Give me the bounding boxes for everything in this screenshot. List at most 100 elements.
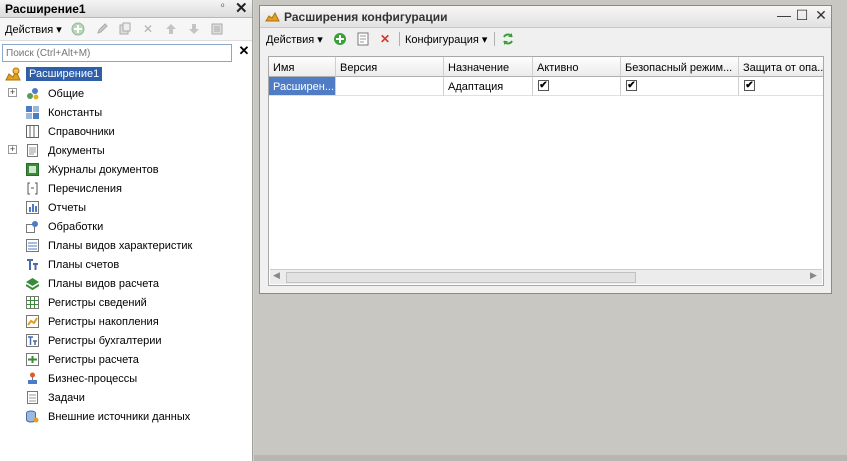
common-icon bbox=[26, 87, 39, 100]
protection-checkbox[interactable]: ✔ bbox=[744, 80, 755, 91]
tree-item-label: Общие bbox=[48, 88, 85, 100]
tree-item-label: Планы счетов bbox=[48, 259, 120, 271]
close-window-button[interactable]: ✕ bbox=[813, 7, 829, 24]
add-icon[interactable] bbox=[332, 31, 348, 47]
tree-item-label: Перечисления bbox=[48, 183, 122, 195]
tree-item-label: Регистры бухгалтерии bbox=[48, 335, 162, 347]
tree-item-catalogs[interactable]: Справочники bbox=[0, 123, 252, 142]
scrollbar-thumb[interactable] bbox=[286, 272, 636, 283]
add-icon[interactable] bbox=[70, 21, 86, 37]
calc-registers-icon bbox=[26, 353, 39, 366]
bottom-strip bbox=[254, 455, 847, 461]
metadata-tree-panel: Расширение1 ᵒ ✕ Действия ▾ ✕ ✕ bbox=[0, 0, 253, 461]
cell-purpose[interactable]: Адаптация bbox=[444, 77, 533, 96]
column-header-protection[interactable]: Защита от опа... bbox=[739, 57, 823, 77]
tree-item-label: Регистры сведений bbox=[48, 297, 147, 309]
scroll-left-icon[interactable]: ◀ bbox=[273, 270, 280, 281]
accounting-registers-icon bbox=[26, 334, 39, 347]
chart-of-accounts-icon bbox=[26, 258, 39, 271]
search-row: ✕ bbox=[2, 43, 252, 62]
cell-protection: ✔ bbox=[739, 77, 823, 96]
tree-item-label: Регистры расчета bbox=[48, 354, 139, 366]
tree-item-info-registers[interactable]: Регистры сведений bbox=[0, 294, 252, 313]
panel-title: Расширение1 bbox=[5, 2, 86, 16]
tree-item-chart-of-calculation[interactable]: Планы видов расчета bbox=[0, 275, 252, 294]
actions-menu[interactable]: Действия ▾ bbox=[5, 23, 62, 36]
cell-name[interactable]: Расширен... bbox=[269, 77, 336, 96]
column-header-name[interactable]: Имя bbox=[269, 57, 336, 77]
refresh-icon[interactable] bbox=[500, 31, 516, 47]
tree-item-documents[interactable]: + Документы bbox=[0, 142, 252, 161]
copy-icon[interactable] bbox=[117, 21, 133, 37]
constants-icon bbox=[26, 106, 39, 119]
tree-item-label: Задачи bbox=[48, 392, 85, 404]
tree-item-reports[interactable]: Отчеты bbox=[0, 199, 252, 218]
catalogs-icon bbox=[26, 125, 39, 138]
tree-item-chart-of-characteristics[interactable]: Планы видов характеристик bbox=[0, 237, 252, 256]
minimize-button[interactable]: — bbox=[776, 7, 792, 23]
clear-search-button[interactable]: ✕ bbox=[236, 43, 252, 61]
tree-root-extension[interactable]: Расширение1 bbox=[0, 66, 252, 85]
expand-icon[interactable]: + bbox=[8, 145, 17, 154]
extension-window-icon bbox=[265, 10, 280, 22]
active-checkbox[interactable]: ✔ bbox=[538, 80, 549, 91]
tree-item-chart-of-accounts[interactable]: Планы счетов bbox=[0, 256, 252, 275]
tree-item-business-processes[interactable]: Бизнес-процессы bbox=[0, 370, 252, 389]
column-header-safe-mode[interactable]: Безопасный режим... bbox=[621, 57, 739, 77]
tree-item-label: Планы видов характеристик bbox=[48, 240, 193, 252]
pin-icon[interactable]: ᵒ bbox=[221, 1, 224, 11]
search-input[interactable] bbox=[2, 44, 232, 62]
close-panel-button[interactable]: ✕ bbox=[235, 0, 248, 17]
cell-safe-mode: ✔ bbox=[621, 77, 739, 96]
window-toolbar: Действия ▾ ✕ Конфигурация ▾ bbox=[260, 28, 831, 50]
tree-item-tasks[interactable]: Задачи bbox=[0, 389, 252, 408]
tree-item-accum-registers[interactable]: Регистры накопления bbox=[0, 313, 252, 332]
extensions-table[interactable]: Имя Версия Назначение Активно Безопасный… bbox=[268, 56, 824, 286]
delete-icon[interactable]: ✕ bbox=[377, 31, 393, 47]
cell-version[interactable] bbox=[336, 77, 444, 96]
move-down-icon[interactable] bbox=[186, 21, 202, 37]
metadata-tree: Расширение1 + Общие Константы Справочник… bbox=[0, 66, 252, 427]
tasks-icon bbox=[26, 391, 39, 404]
tree-root-label: Расширение1 bbox=[26, 67, 103, 81]
tree-item-external-sources[interactable]: Внешние источники данных bbox=[0, 408, 252, 427]
delete-icon[interactable]: ✕ bbox=[140, 21, 156, 37]
tree-item-label: Планы видов расчета bbox=[48, 278, 160, 290]
properties-icon[interactable] bbox=[355, 31, 371, 47]
sort-icon[interactable] bbox=[209, 21, 225, 37]
move-up-icon[interactable] bbox=[163, 21, 179, 37]
expand-icon[interactable]: + bbox=[8, 88, 17, 97]
tree-item-label: Отчеты bbox=[48, 202, 87, 214]
edit-icon[interactable] bbox=[94, 21, 110, 37]
chart-of-calculation-icon bbox=[25, 277, 40, 291]
column-header-purpose[interactable]: Назначение bbox=[444, 57, 533, 77]
enums-icon bbox=[26, 182, 39, 195]
panel-title-bar: Расширение1 ᵒ ✕ bbox=[0, 0, 252, 18]
column-header-active[interactable]: Активно bbox=[533, 57, 621, 77]
tree-item-label: Регистры накопления bbox=[48, 316, 159, 328]
maximize-button[interactable]: ☐ bbox=[794, 7, 810, 24]
configuration-menu[interactable]: Конфигурация ▾ bbox=[405, 33, 487, 46]
panel-toolbar: Действия ▾ ✕ bbox=[0, 18, 252, 41]
extensions-window: Расширения конфигурации — ☐ ✕ Действия ▾… bbox=[259, 5, 832, 294]
toolbar-separator bbox=[494, 32, 495, 46]
toolbar-separator bbox=[399, 32, 400, 46]
cell-active: ✔ bbox=[533, 77, 621, 96]
tree-item-constants[interactable]: Константы bbox=[0, 104, 252, 123]
actions-menu[interactable]: Действия ▾ bbox=[266, 33, 323, 46]
scroll-right-icon[interactable]: ▶ bbox=[810, 270, 817, 281]
tree-item-label: Журналы документов bbox=[48, 164, 159, 176]
tree-item-common[interactable]: + Общие bbox=[0, 85, 252, 104]
tree-item-label: Справочники bbox=[48, 126, 115, 138]
tree-item-calc-registers[interactable]: Регистры расчета bbox=[0, 351, 252, 370]
tree-item-journals[interactable]: Журналы документов bbox=[0, 161, 252, 180]
horizontal-scrollbar[interactable]: ◀ ▶ bbox=[270, 269, 822, 284]
window-title-bar: Расширения конфигурации — ☐ ✕ bbox=[260, 6, 831, 28]
tree-item-dataprocessors[interactable]: Обработки bbox=[0, 218, 252, 237]
column-header-version[interactable]: Версия bbox=[336, 57, 444, 77]
safe-mode-checkbox[interactable]: ✔ bbox=[626, 80, 637, 91]
chart-of-characteristics-icon bbox=[26, 239, 39, 252]
tree-item-accounting-registers[interactable]: Регистры бухгалтерии bbox=[0, 332, 252, 351]
documents-icon bbox=[26, 144, 39, 157]
tree-item-enums[interactable]: Перечисления bbox=[0, 180, 252, 199]
